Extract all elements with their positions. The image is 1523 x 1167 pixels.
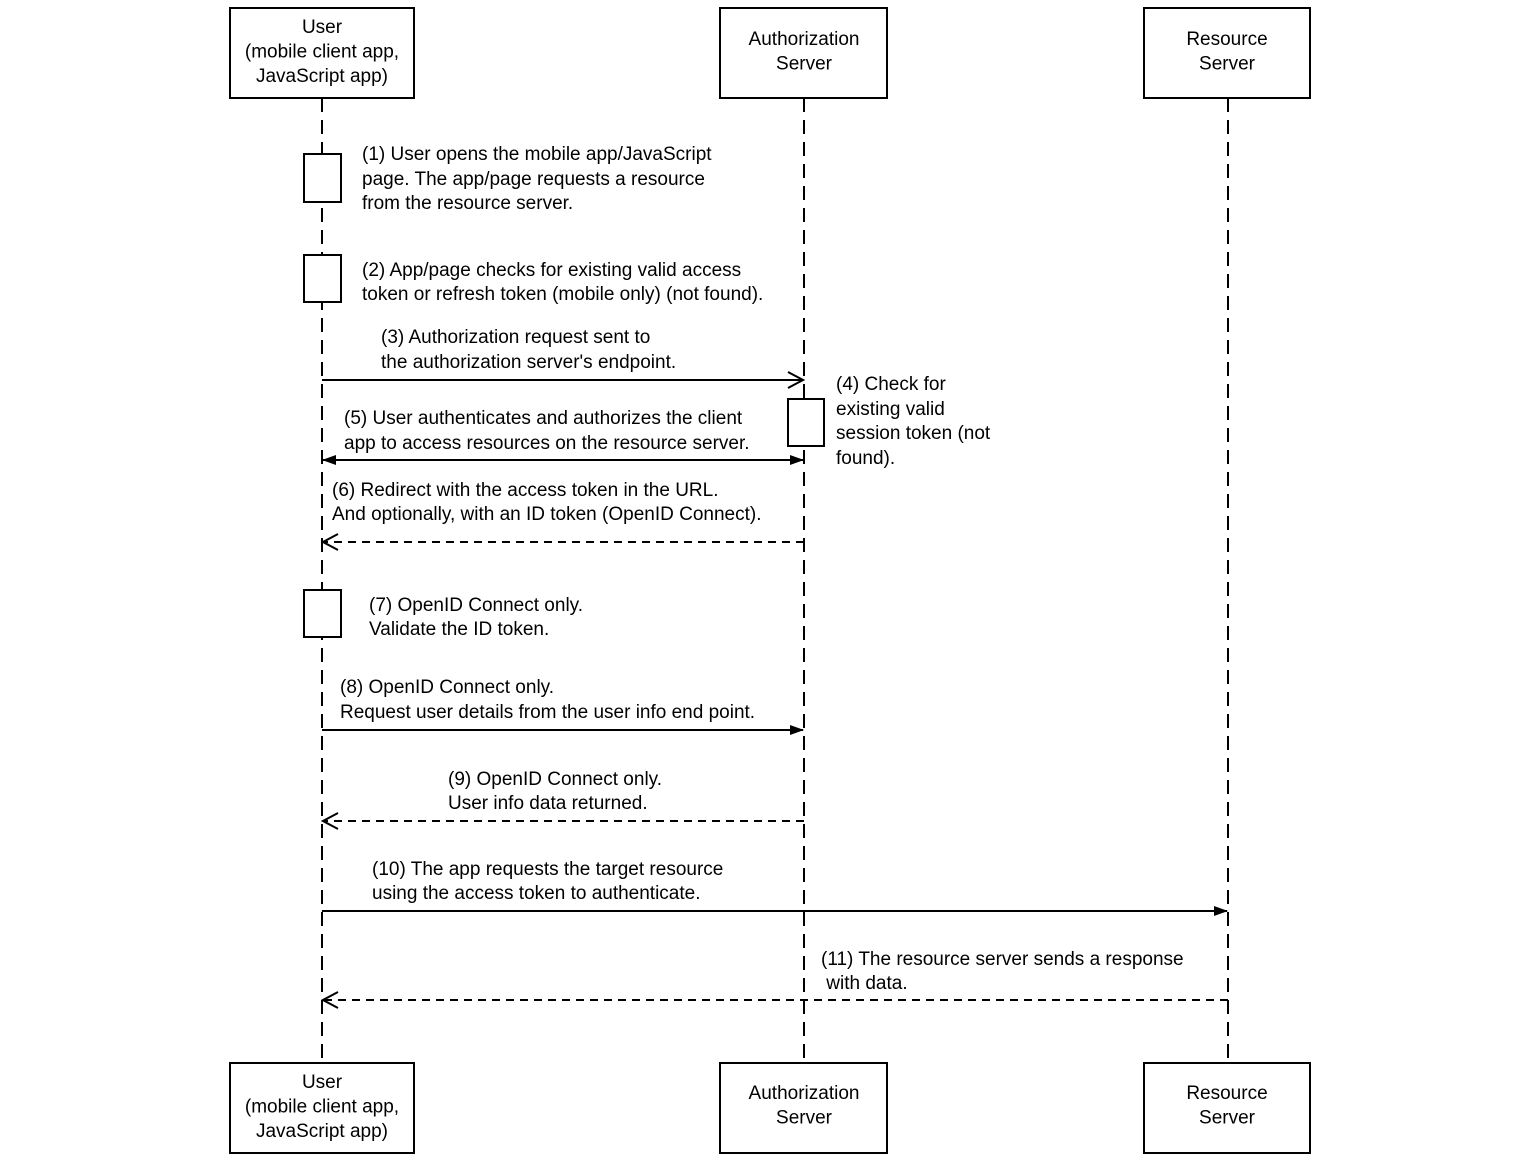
step-6-label: (6) Redirect with the access token in th…	[332, 480, 762, 525]
step-11-label: (11) The resource server sends a respons…	[821, 949, 1184, 994]
participant-user-bottom: User (mobile client app, JavaScript app)	[229, 1062, 415, 1154]
step-9-label: (9) OpenID Connect only. User info data r…	[448, 769, 662, 814]
activation-step-7	[303, 589, 342, 638]
participant-auth-server-top: Authorization Server	[719, 7, 888, 99]
sequence-diagram: User (mobile client app, JavaScript app) A…	[229, 7, 1311, 1154]
step-8-label: (8) OpenID Connect only. Request user det…	[340, 677, 755, 723]
step-5-label: (5) User authenticates and authorizes th…	[344, 408, 750, 454]
step-7-label: (7) OpenID Connect only. Validate the ID …	[369, 595, 583, 640]
step-1-label: (1) User opens the mobile app/JavaScript…	[362, 144, 712, 214]
activation-step-2	[303, 254, 342, 303]
participant-user-top: User (mobile client app, JavaScript app)	[229, 7, 415, 99]
participant-auth-server-bottom: Authorization Server	[719, 1062, 888, 1154]
activation-step-4	[787, 398, 825, 447]
participant-resource-server-bottom: Resource Server	[1143, 1062, 1311, 1154]
participant-resource-server-top: Resource Server	[1143, 7, 1311, 99]
step-3-label: (3) Authorization request sent to the aut…	[381, 327, 676, 373]
step-10-label: (10) The app requests the target resourc…	[372, 859, 723, 904]
step-4-label: (4) Check for existing valid session token…	[836, 374, 991, 469]
activation-step-1	[303, 153, 342, 203]
step-2-label: (2) App/page checks for existing valid a…	[362, 260, 763, 305]
